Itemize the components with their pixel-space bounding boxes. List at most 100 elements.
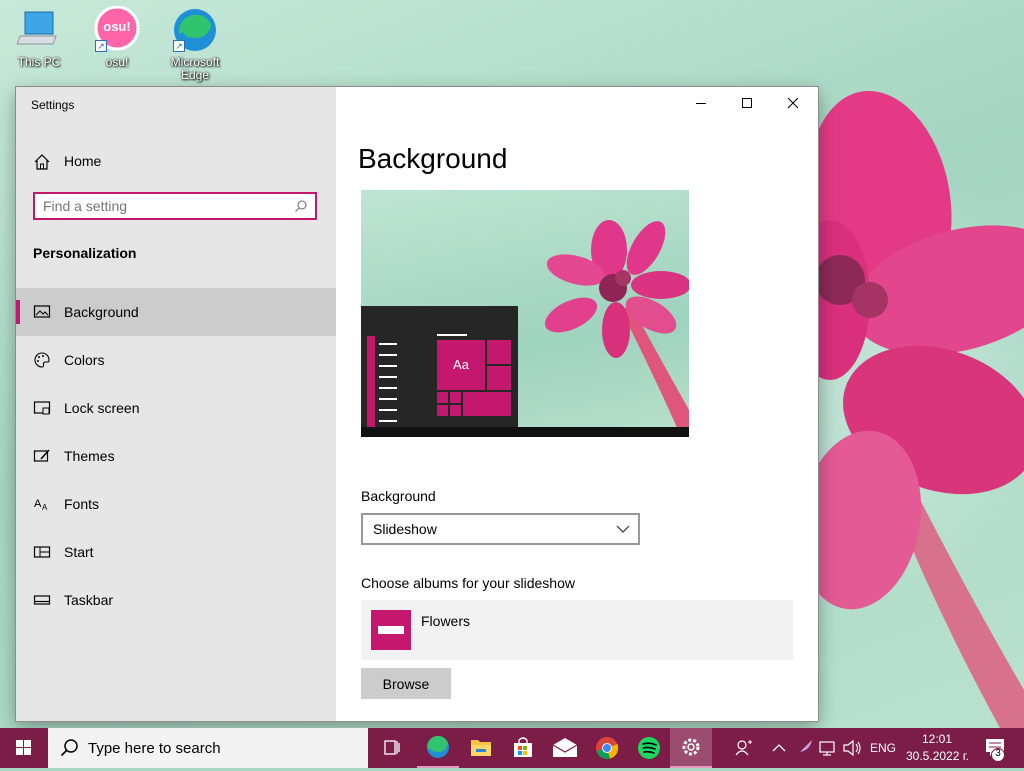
- task-view-icon: [384, 740, 400, 755]
- nav-item-fonts[interactable]: A A Fonts: [16, 480, 336, 528]
- taskbar-spotify[interactable]: [628, 728, 670, 768]
- taskbar-chrome[interactable]: [586, 728, 628, 768]
- background-dropdown[interactable]: Slideshow: [361, 513, 640, 545]
- home-icon: [34, 154, 50, 170]
- feather-icon: [796, 740, 812, 756]
- preview-tile: [463, 392, 511, 416]
- nav-home-label: Home: [64, 153, 102, 169]
- taskbar-search-text: Type here to search: [88, 740, 221, 757]
- preview-tile: [437, 405, 448, 416]
- album-name: Flowers: [421, 613, 471, 629]
- task-view-button[interactable]: [372, 728, 412, 768]
- search-icon: [295, 200, 307, 212]
- search-box[interactable]: [33, 192, 317, 220]
- nav-item-lock-screen[interactable]: Lock screen: [16, 384, 336, 432]
- desktop-icon-label: This PC: [17, 55, 61, 69]
- people-icon: [735, 740, 752, 756]
- desktop-icon-label: Microsoft Edge: [170, 55, 220, 82]
- preview-tile: [487, 366, 511, 390]
- taskbar-icon: [33, 595, 51, 605]
- people-button[interactable]: [730, 728, 758, 768]
- tray-volume-button[interactable]: [840, 728, 864, 768]
- desktop-icon-edge[interactable]: ↗ Microsoft Edge: [163, 6, 227, 82]
- svg-text:A: A: [34, 498, 42, 510]
- preview-sample-text: Aa: [453, 357, 469, 372]
- taskbar: Type here to search ENG 12:01 30.5.2022 …: [0, 728, 1024, 768]
- nav-item-label: Fonts: [64, 496, 100, 512]
- browse-button[interactable]: Browse: [361, 668, 451, 699]
- shortcut-arrow-icon: ↗: [173, 40, 185, 52]
- notification-count: 3: [995, 748, 1001, 759]
- sidebar: Settings Home Personalization Background: [16, 87, 336, 721]
- nav-item-label: Lock screen: [64, 400, 140, 416]
- preview-start-menu: Aa: [361, 306, 518, 437]
- volume-icon: [843, 739, 861, 757]
- taskbar-clock-time[interactable]: 12:01: [922, 732, 952, 746]
- nav-item-label: Themes: [64, 448, 115, 464]
- main-content: Background Aa Background Slideshow Choos…: [336, 87, 818, 721]
- show-hidden-icons-button[interactable]: [768, 728, 790, 768]
- maximize-icon: [742, 98, 752, 108]
- start-button[interactable]: [0, 728, 48, 768]
- language-indicator[interactable]: ENG: [870, 741, 896, 755]
- nav-item-colors[interactable]: Colors: [16, 336, 336, 384]
- taskbar-file-explorer[interactable]: [460, 728, 502, 768]
- taskbar-settings[interactable]: [670, 728, 712, 768]
- search-icon: [60, 739, 78, 757]
- nav-home[interactable]: Home: [16, 149, 336, 175]
- window-title: Settings: [31, 98, 75, 112]
- svg-text:A: A: [42, 503, 48, 512]
- search-input[interactable]: [43, 197, 283, 215]
- preview-tile: [450, 392, 461, 403]
- preview-tile: [450, 405, 461, 416]
- nav-item-themes[interactable]: Themes: [16, 432, 336, 480]
- network-icon: [819, 741, 835, 756]
- close-button[interactable]: [770, 87, 816, 119]
- themes-icon: [33, 449, 50, 462]
- preview-app-lines: [379, 334, 397, 430]
- chrome-icon: [596, 737, 619, 759]
- tray-pen-button[interactable]: [792, 728, 816, 768]
- settings-icon: [682, 738, 700, 756]
- action-center-button[interactable]: 3: [978, 728, 1018, 768]
- store-icon: [514, 737, 532, 757]
- minimize-button[interactable]: [678, 87, 724, 119]
- computer-icon: [15, 6, 63, 54]
- settings-window: Settings Home Personalization Background: [16, 87, 818, 721]
- nav-item-start[interactable]: Start: [16, 528, 336, 576]
- windows-logo-icon: [16, 740, 31, 755]
- osu-badge-text: osu!: [103, 19, 131, 34]
- nav-item-taskbar[interactable]: Taskbar: [16, 576, 336, 624]
- spotify-icon: [638, 737, 660, 759]
- lock-screen-icon: [33, 401, 51, 415]
- desktop-icon-osu[interactable]: osu! ↗ osu!: [85, 5, 149, 69]
- taskbar-mail[interactable]: [544, 728, 586, 768]
- preview-tile-large: Aa: [437, 340, 485, 390]
- tray-network-button[interactable]: [816, 728, 840, 768]
- preview-tile: [437, 392, 448, 403]
- preview-app-list: [367, 336, 375, 428]
- palette-icon: [34, 352, 50, 368]
- taskbar-edge[interactable]: [417, 728, 459, 768]
- fonts-icon: A A: [34, 498, 48, 512]
- minimize-icon: [696, 103, 706, 104]
- albums-label: Choose albums for your slideshow: [361, 575, 575, 591]
- taskbar-clock-date[interactable]: 30.5.2022 г.: [906, 749, 969, 763]
- maximize-button[interactable]: [724, 87, 770, 119]
- nav-item-label: Taskbar: [64, 592, 114, 608]
- nav-item-background[interactable]: Background: [16, 288, 336, 336]
- file-explorer-icon: [471, 740, 491, 756]
- background-preview: Aa: [361, 190, 689, 437]
- nav-item-label: Colors: [64, 352, 105, 368]
- album-icon: [371, 610, 411, 650]
- taskbar-store[interactable]: [502, 728, 544, 768]
- page-title: Background: [358, 143, 508, 174]
- preview-taskbar: [361, 427, 689, 437]
- desktop-icon-this-pc[interactable]: This PC: [7, 6, 71, 69]
- osu-icon: osu! ↗: [93, 5, 141, 54]
- nav-item-label: Start: [64, 544, 94, 560]
- section-title: Personalization: [33, 245, 137, 261]
- start-icon: [33, 546, 51, 558]
- taskbar-search[interactable]: Type here to search: [48, 728, 368, 768]
- album-item[interactable]: Flowers: [361, 600, 793, 660]
